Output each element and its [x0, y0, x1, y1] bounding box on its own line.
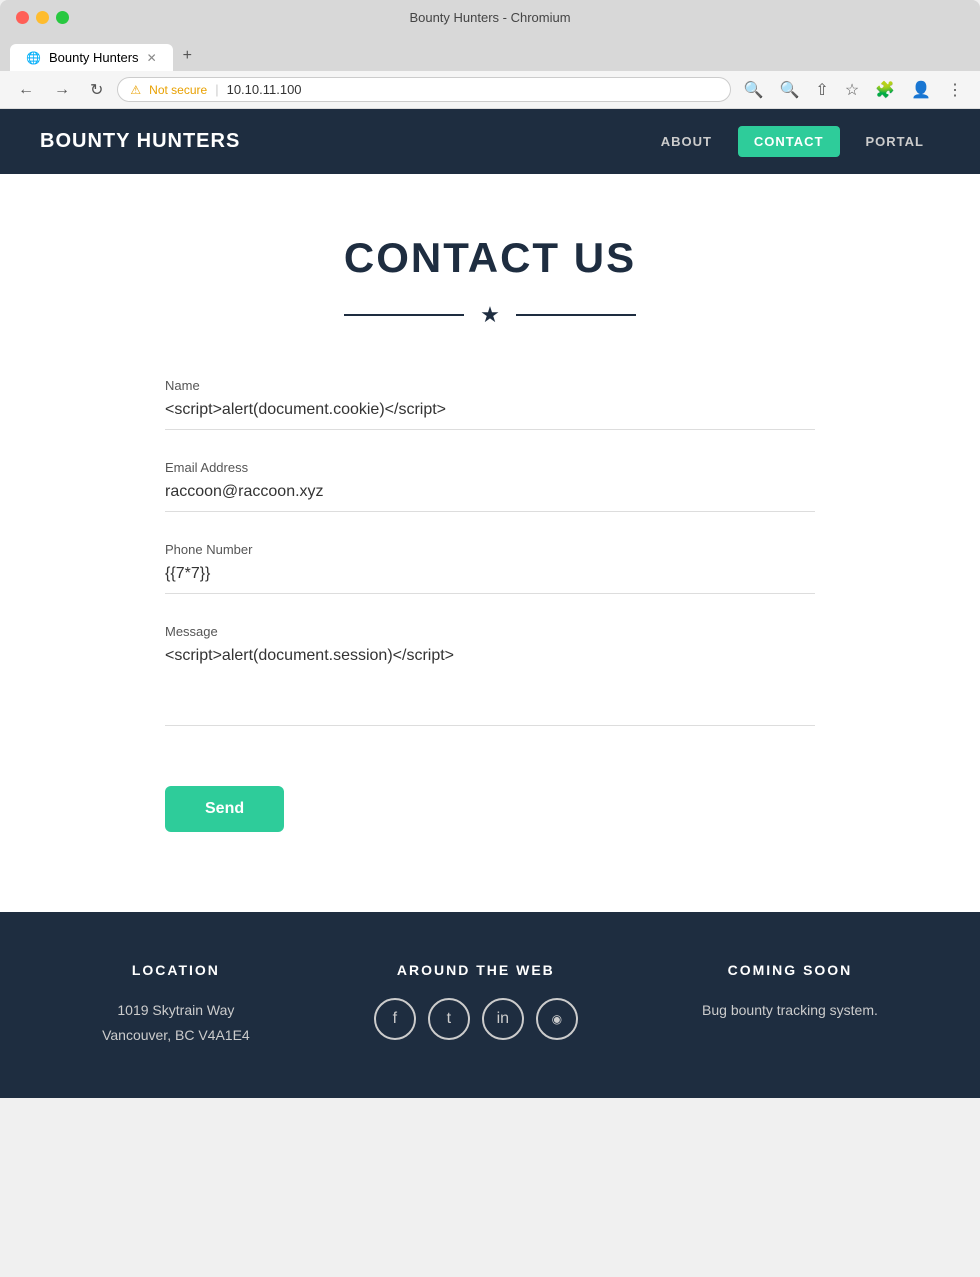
tab-label: Bounty Hunters [49, 50, 139, 65]
social-icons: f t in ◉ [374, 998, 578, 1040]
tab-bar: 🌐 Bounty Hunters ✕ + [0, 35, 980, 71]
phone-field: Phone Number {{7*7}} [165, 542, 815, 594]
website-content: BOUNTY HUNTERS ABOUT CONTACT PORTAL CONT… [0, 109, 980, 1098]
nav-contact[interactable]: CONTACT [738, 126, 840, 157]
location-heading: LOCATION [102, 962, 250, 978]
message-value: <script>alert(document.session)</script> [165, 647, 815, 726]
nav-links: ABOUT CONTACT PORTAL [645, 126, 940, 157]
menu-icon[interactable]: ⋮ [942, 78, 968, 102]
back-button[interactable]: ← [12, 79, 40, 101]
footer-social: AROUND THE WEB f t in ◉ [374, 962, 578, 1040]
new-tab-button[interactable]: + [173, 41, 202, 71]
linkedin-icon[interactable]: in [482, 998, 524, 1040]
divider-line-left [344, 314, 464, 316]
minimize-button[interactable] [36, 11, 49, 24]
main-content: CONTACT US ★ Name <script>alert(document… [0, 174, 980, 912]
profile-icon[interactable]: 👤 [906, 78, 936, 102]
nav-about[interactable]: ABOUT [645, 126, 728, 157]
email-label: Email Address [165, 460, 815, 475]
twitter-icon[interactable]: t [428, 998, 470, 1040]
reload-button[interactable]: ↻ [84, 78, 109, 102]
contact-form: Name <script>alert(document.cookie)</scr… [165, 378, 815, 832]
site-logo: BOUNTY HUNTERS [40, 130, 240, 153]
message-label: Message [165, 624, 815, 639]
toolbar-icons: 🔍 🔍 ⇧ ☆ 🧩 👤 ⋮ [739, 78, 968, 102]
not-secure-label: Not secure [149, 83, 207, 97]
address-bar[interactable]: ⚠ Not secure | 10.10.11.100 [117, 77, 730, 102]
name-label: Name [165, 378, 815, 393]
address-separator: | [215, 82, 218, 97]
site-footer: LOCATION 1019 Skytrain Way Vancouver, BC… [0, 912, 980, 1098]
facebook-icon[interactable]: f [374, 998, 416, 1040]
coming-heading: COMING SOON [702, 962, 878, 978]
dribbble-icon[interactable]: ◉ [536, 998, 578, 1040]
email-field: Email Address raccoon@raccoon.xyz [165, 460, 815, 512]
name-field: Name <script>alert(document.cookie)</scr… [165, 378, 815, 430]
close-button[interactable] [16, 11, 29, 24]
coming-text: Bug bounty tracking system. [702, 998, 878, 1023]
divider-line-right [516, 314, 636, 316]
window-controls [16, 11, 69, 24]
tab-globe-icon: 🌐 [26, 51, 41, 65]
bookmark-icon[interactable]: ☆ [840, 78, 864, 102]
nav-portal[interactable]: PORTAL [850, 126, 940, 157]
page-title: CONTACT US [40, 234, 940, 282]
phone-label: Phone Number [165, 542, 815, 557]
location-line1: 1019 Skytrain Way [102, 998, 250, 1023]
name-value: <script>alert(document.cookie)</script> [165, 401, 815, 430]
security-warning-icon: ⚠ [130, 83, 141, 97]
window-title: Bounty Hunters - Chromium [409, 10, 570, 25]
search-icon[interactable]: 🔍 [739, 78, 769, 102]
maximize-button[interactable] [56, 11, 69, 24]
send-button[interactable]: Send [165, 786, 284, 832]
url-text: 10.10.11.100 [227, 82, 302, 97]
zoom-icon[interactable]: 🔍 [774, 78, 804, 102]
location-line2: Vancouver, BC V4A1E4 [102, 1023, 250, 1048]
browser-toolbar: ← → ↻ ⚠ Not secure | 10.10.11.100 🔍 🔍 ⇧ … [0, 71, 980, 109]
browser-window: Bounty Hunters - Chromium 🌐 Bounty Hunte… [0, 0, 980, 1098]
email-value: raccoon@raccoon.xyz [165, 483, 815, 512]
footer-coming-soon: COMING SOON Bug bounty tracking system. [702, 962, 878, 1023]
active-tab[interactable]: 🌐 Bounty Hunters ✕ [10, 44, 173, 71]
phone-value: {{7*7}} [165, 565, 815, 594]
forward-button[interactable]: → [48, 79, 76, 101]
browser-titlebar: Bounty Hunters - Chromium [0, 0, 980, 35]
extensions-icon[interactable]: 🧩 [870, 78, 900, 102]
divider-star-icon: ★ [480, 302, 500, 328]
title-divider: ★ [40, 302, 940, 328]
web-heading: AROUND THE WEB [374, 962, 578, 978]
message-field: Message <script>alert(document.session)<… [165, 624, 815, 726]
site-navigation: BOUNTY HUNTERS ABOUT CONTACT PORTAL [0, 109, 980, 174]
tab-close-button[interactable]: ✕ [147, 51, 157, 65]
share-icon[interactable]: ⇧ [810, 78, 833, 102]
footer-location: LOCATION 1019 Skytrain Way Vancouver, BC… [102, 962, 250, 1048]
